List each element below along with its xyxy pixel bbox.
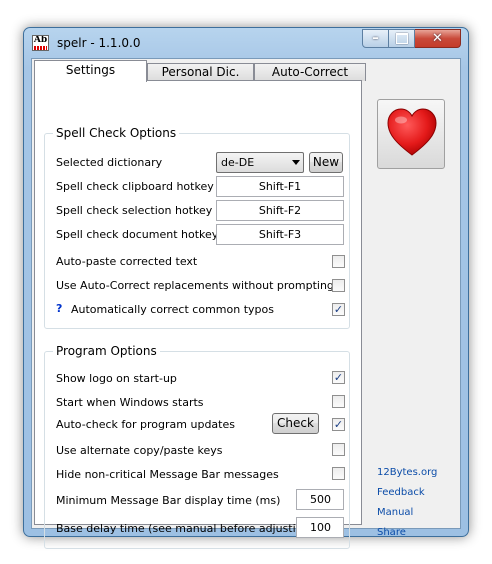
maximize-icon [395, 33, 408, 44]
auto-paste-checkbox[interactable] [332, 255, 345, 268]
min-display-time-label: Minimum Message Bar display time (ms) [56, 494, 281, 507]
auto-correct-no-prompt-checkbox[interactable] [332, 279, 345, 292]
show-logo-checkbox[interactable]: ✓ [332, 371, 345, 384]
window-title: spelr - 1.1.0.0 [57, 36, 141, 50]
link-12bytes[interactable]: 12Bytes.org [377, 467, 437, 478]
tab-personal-dic[interactable]: Personal Dic. [147, 63, 254, 81]
close-icon: ✕ [432, 31, 443, 46]
app-window: Ab spelr - 1.1.0.0 – ✕ Settings Personal… [23, 27, 469, 549]
squiggle-underline-icon [34, 46, 47, 50]
check-updates-button[interactable]: Check [272, 413, 319, 434]
tab-settings[interactable]: Settings [34, 60, 147, 82]
help-icon[interactable]: ? [56, 302, 62, 315]
checkmark-icon: ✓ [333, 303, 344, 316]
settings-panel: Spell Check Options Selected dictionary … [34, 80, 362, 549]
link-manual[interactable]: Manual [377, 507, 413, 518]
auto-correct-typos-checkbox[interactable]: ✓ [332, 303, 345, 316]
link-feedback[interactable]: Feedback [377, 487, 425, 498]
program-options-title: Program Options [53, 344, 160, 358]
spell-check-options-group: Spell Check Options Selected dictionary … [44, 126, 350, 329]
window-controls: – ✕ [362, 29, 461, 48]
clipboard-hotkey-field[interactable]: Shift-F1 [216, 176, 344, 197]
tab-auto-correct[interactable]: Auto-Correct [254, 63, 366, 81]
maximize-button[interactable] [389, 29, 415, 48]
dictionary-select-value: de-DE [221, 156, 255, 169]
client-area: Settings Personal Dic. Auto-Correct Spel… [31, 58, 461, 549]
auto-check-updates-label: Auto-check for program updates [56, 418, 235, 431]
selection-hotkey-label: Spell check selection hotkey [56, 204, 213, 217]
alt-copy-paste-label: Use alternate copy/paste keys [56, 444, 223, 457]
auto-paste-label: Auto-paste corrected text [56, 255, 198, 268]
min-display-time-field[interactable]: 500 [296, 489, 344, 510]
document-hotkey-field[interactable]: Shift-F3 [216, 224, 344, 245]
title-bar[interactable]: Ab spelr - 1.1.0.0 – ✕ [24, 28, 468, 58]
app-icon-text: Ab [33, 35, 48, 45]
hide-noncritical-label: Hide non-critical Message Bar messages [56, 468, 279, 481]
document-hotkey-label: Spell check document hotkey [56, 228, 219, 241]
auto-correct-no-prompt-label: Use Auto-Correct replacements without pr… [56, 279, 334, 292]
hide-noncritical-checkbox[interactable] [332, 467, 345, 480]
program-options-group: Program Options Show logo on start-up ✓ … [44, 344, 350, 549]
logo-image [377, 99, 445, 169]
base-delay-field[interactable]: 100 [296, 517, 344, 538]
selection-hotkey-field[interactable]: Shift-F2 [216, 200, 344, 221]
start-with-windows-label: Start when Windows starts [56, 396, 204, 409]
show-logo-label: Show logo on start-up [56, 372, 177, 385]
start-with-windows-checkbox[interactable] [332, 395, 345, 408]
selected-dictionary-label: Selected dictionary [56, 156, 163, 169]
close-button[interactable]: ✕ [415, 29, 461, 48]
auto-correct-typos-label: Automatically correct common typos [71, 303, 274, 316]
clipboard-hotkey-label: Spell check clipboard hotkey [56, 180, 214, 193]
base-delay-label: Base delay time (see manual before adjus… [56, 522, 314, 535]
spell-check-options-title: Spell Check Options [53, 126, 180, 140]
minimize-icon: – [372, 31, 379, 46]
checkmark-icon: ✓ [333, 418, 344, 431]
checkmark-icon: ✓ [333, 371, 344, 384]
link-share[interactable]: Share [377, 527, 406, 538]
auto-check-updates-checkbox[interactable]: ✓ [332, 418, 345, 431]
new-dictionary-button[interactable]: New [309, 152, 343, 173]
dictionary-select[interactable]: de-DE [216, 152, 304, 173]
heart-icon [387, 108, 437, 156]
app-icon[interactable]: Ab [32, 35, 49, 51]
chevron-down-icon [292, 160, 300, 165]
minimize-button[interactable]: – [362, 29, 389, 48]
alt-copy-paste-checkbox[interactable] [332, 443, 345, 456]
